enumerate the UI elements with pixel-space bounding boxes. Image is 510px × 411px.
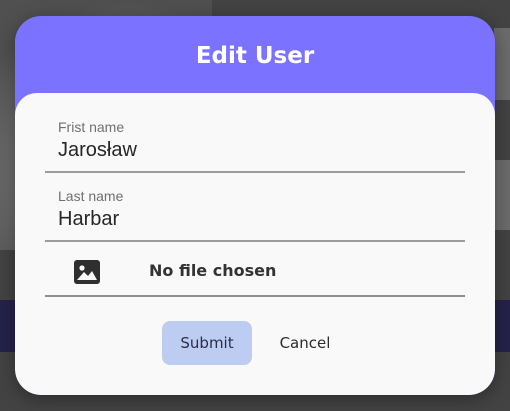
dialog-body: Frist name Jarosław Last name Harbar No … (15, 93, 495, 395)
file-status-text: No file chosen (149, 261, 277, 280)
file-input[interactable]: No file chosen (45, 249, 465, 297)
last-name-label: Last name (58, 188, 124, 204)
cancel-button[interactable]: Cancel (267, 321, 343, 365)
background-field (494, 28, 510, 100)
last-name-input[interactable]: Harbar (58, 208, 119, 231)
background-field (494, 160, 510, 230)
first-name-label: Frist name (58, 119, 125, 135)
edit-user-dialog: Edit User Frist name Jarosław Last name … (15, 16, 495, 395)
dialog-title: Edit User (195, 43, 315, 69)
image-icon[interactable] (74, 260, 100, 284)
submit-button[interactable]: Submit (162, 321, 252, 365)
first-name-input[interactable]: Jarosław (58, 139, 137, 162)
last-name-field[interactable]: Last name Harbar (45, 179, 465, 242)
first-name-field[interactable]: Frist name Jarosław (45, 110, 465, 173)
